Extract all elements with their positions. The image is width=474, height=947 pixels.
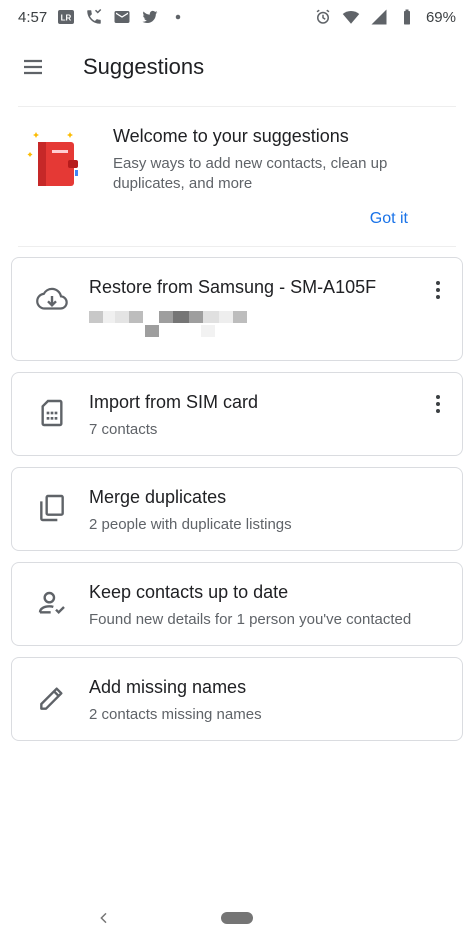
status-right: 69% — [314, 8, 456, 26]
wifi-icon — [342, 8, 360, 26]
redacted-detail-2 — [145, 325, 215, 337]
cloud-download-icon — [36, 284, 68, 316]
redacted-detail — [89, 311, 247, 323]
card-title: Keep contacts up to date — [89, 582, 289, 602]
nav-back-button[interactable] — [92, 906, 116, 930]
import-sim-card[interactable]: Import from SIM card 7 contacts — [11, 372, 463, 456]
twitter-icon — [141, 8, 159, 26]
card-title: Import from SIM card — [89, 392, 259, 412]
merge-duplicates-card[interactable]: Merge duplicates 2 people with duplicate… — [11, 467, 463, 551]
status-time: 4:57 — [18, 8, 48, 26]
more-options-button[interactable] — [426, 392, 450, 416]
card-subtitle: 2 contacts missing names — [89, 706, 262, 723]
welcome-description: Easy ways to add new contacts, clean up … — [113, 155, 388, 192]
more-vert-icon — [436, 395, 440, 413]
restore-samsung-card[interactable]: Restore from Samsung - SM-A105F — [11, 257, 463, 361]
alarm-icon — [314, 8, 332, 26]
welcome-card: Welcome to your suggestions Easy ways to… — [18, 118, 456, 246]
got-it-button[interactable]: Got it — [370, 210, 408, 228]
more-options-button[interactable] — [426, 278, 450, 302]
divider-top — [18, 106, 456, 107]
signal-icon — [370, 8, 388, 26]
nav-home-pill[interactable] — [221, 912, 253, 924]
status-left: 4:57 LR — [18, 8, 187, 26]
contacts-book-illustration-icon — [22, 128, 86, 192]
more-vert-icon — [436, 281, 440, 299]
missed-call-icon — [85, 8, 103, 26]
divider-welcome — [18, 246, 456, 247]
keep-contacts-updated-card[interactable]: Keep contacts up to date Found new detai… — [11, 562, 463, 646]
sim-card-icon — [36, 397, 68, 429]
battery-percentage: 69% — [425, 8, 456, 26]
svg-text:LR: LR — [61, 14, 72, 23]
edit-icon — [36, 682, 68, 714]
status-bar: 4:57 LR 69% — [0, 0, 474, 34]
page-title: Suggestions — [83, 54, 205, 79]
dot-icon — [169, 8, 187, 26]
lr-app-icon: LR — [57, 8, 75, 26]
welcome-title: Welcome to your suggestions — [113, 126, 349, 146]
card-subtitle: 7 contacts — [89, 421, 158, 438]
hamburger-menu-icon — [24, 59, 42, 75]
mail-icon — [113, 8, 131, 26]
card-title: Restore from Samsung - SM-A105F — [89, 277, 377, 297]
card-title: Merge duplicates — [89, 487, 227, 507]
copy-icon — [36, 492, 68, 524]
card-title: Add missing names — [89, 677, 247, 697]
battery-icon — [398, 8, 416, 26]
person-check-icon — [36, 587, 68, 619]
card-subtitle: 2 people with duplicate listings — [89, 516, 292, 533]
menu-button[interactable] — [9, 43, 57, 91]
top-app-bar: Suggestions — [0, 34, 474, 100]
chevron-left-icon — [100, 912, 107, 924]
add-missing-names-card[interactable]: Add missing names 2 contacts missing nam… — [11, 657, 463, 741]
card-subtitle: Found new details for 1 person you've co… — [89, 611, 412, 628]
